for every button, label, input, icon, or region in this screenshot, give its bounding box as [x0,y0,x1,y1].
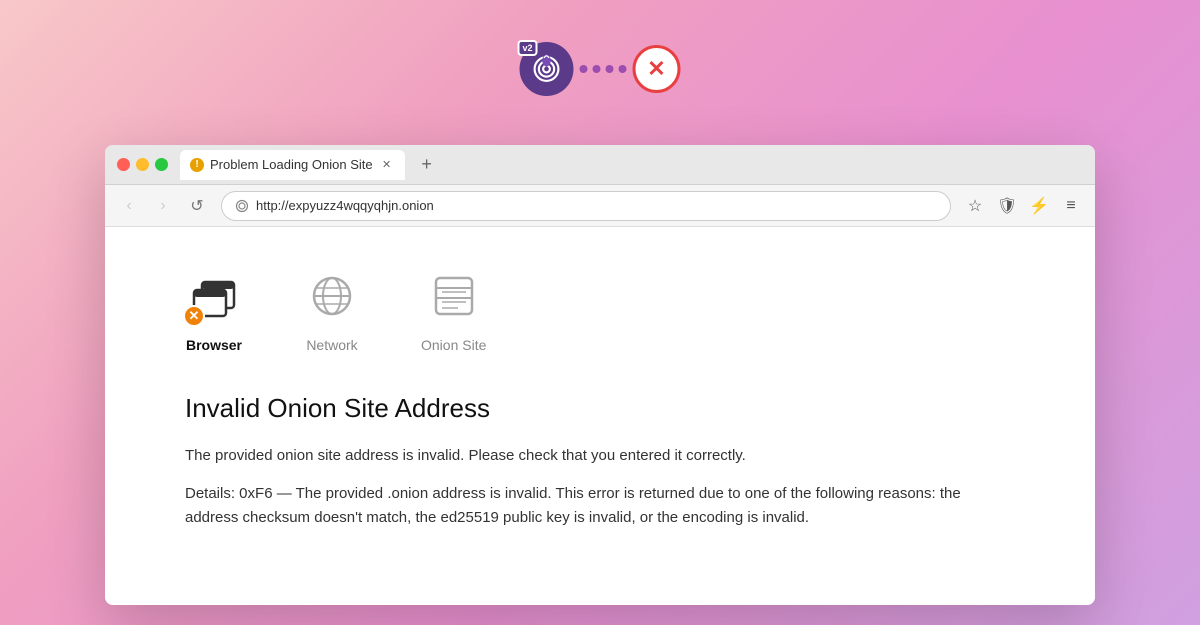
menu-button[interactable]: ≡ [1057,192,1085,220]
browser-status-item: ✕ Browser [185,267,243,353]
network-label: Network [306,337,357,353]
status-icons-row: ✕ Browser Network [185,267,1015,353]
browser-label: Browser [186,337,242,353]
x-symbol: ✕ [647,58,665,80]
extension-button[interactable]: ⚡ [1025,192,1053,220]
forward-button[interactable]: › [149,192,177,220]
dot-3 [606,65,614,73]
shield-button[interactable]: 🛡 [993,192,1021,220]
dot-4 [619,65,627,73]
tab-title: Problem Loading Onion Site [210,157,373,172]
onion-site-icon [428,270,480,322]
onion-site-icon-wrapper [425,267,483,325]
connection-error-icon: ✕ [633,45,681,93]
network-icon-wrapper [303,267,361,325]
network-status-item: Network [303,267,361,353]
onion-svg [530,52,564,86]
onion-site-status-item: Onion Site [421,267,486,353]
connection-dots [580,65,627,73]
dot-1 [580,65,588,73]
close-traffic-light[interactable] [117,158,130,171]
title-bar: ! Problem Loading Onion Site ✕ + [105,145,1095,185]
error-details: Details: 0xF6 — The provided .onion addr… [185,482,1015,530]
browser-icon-wrapper: ✕ [185,267,243,325]
new-tab-button[interactable]: + [413,151,441,179]
bookmark-button[interactable]: ☆ [961,192,989,220]
error-heading: Invalid Onion Site Address [185,393,1015,424]
error-description: The provided onion site address is inval… [185,444,1015,468]
dot-2 [593,65,601,73]
v2-badge: v2 [518,40,538,56]
tor-connection-diagram: v2 ✕ [520,42,681,96]
minimize-traffic-light[interactable] [136,158,149,171]
network-icon [306,270,358,322]
content-area: ✕ Browser Network [105,227,1095,605]
tor-onion-icon: v2 [520,42,574,96]
nav-icons-right: ☆ 🛡 ⚡ ≡ [961,192,1085,220]
tab-warning-icon: ! [190,158,204,172]
address-bar-onion-icon [234,198,250,214]
address-text: http://expyuzz4wqqyqhjn.onion [256,198,938,213]
navigation-bar: ‹ › ↺ http://expyuzz4wqqyqhjn.onion ☆ 🛡 … [105,185,1095,227]
maximize-traffic-light[interactable] [155,158,168,171]
onion-site-label: Onion Site [421,337,486,353]
traffic-lights [117,158,168,171]
address-bar[interactable]: http://expyuzz4wqqyqhjn.onion [221,191,951,221]
browser-window: ! Problem Loading Onion Site ✕ + ‹ › ↺ h… [105,145,1095,605]
tab-close-button[interactable]: ✕ [379,157,395,173]
browser-error-badge: ✕ [183,305,205,327]
refresh-button[interactable]: ↺ [183,192,211,220]
back-button[interactable]: ‹ [115,192,143,220]
active-tab[interactable]: ! Problem Loading Onion Site ✕ [180,150,405,180]
